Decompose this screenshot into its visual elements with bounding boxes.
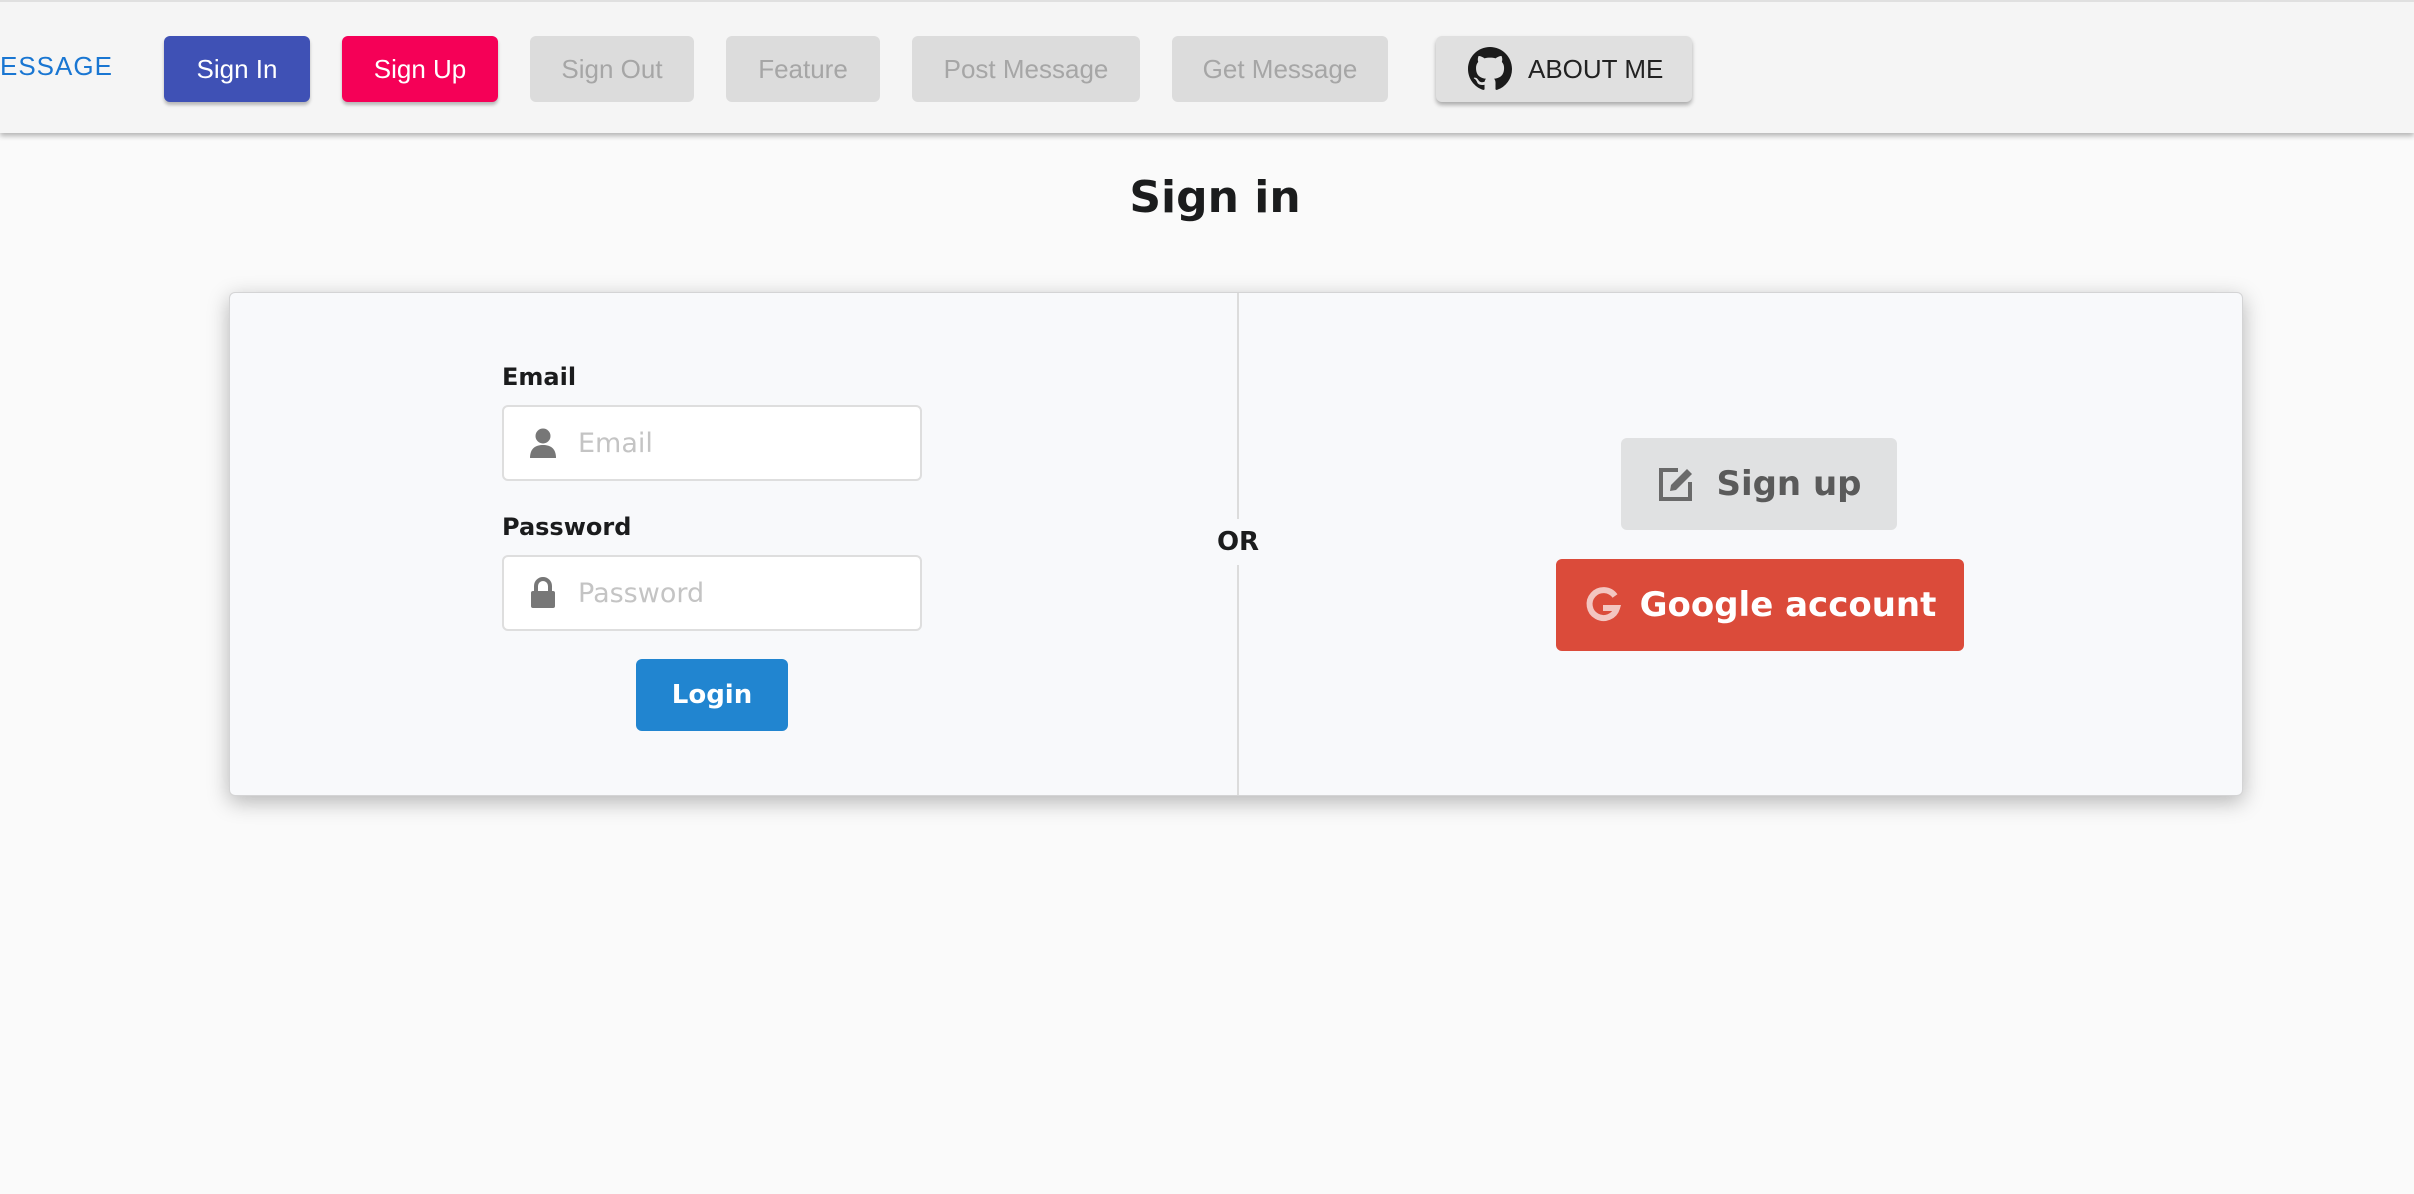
edit-icon — [1659, 468, 1693, 501]
get-message-nav-button: Get Message — [1172, 36, 1388, 102]
sign-up-label: Sign up — [1716, 464, 1862, 504]
brand-link[interactable]: ESSAGE — [0, 2, 113, 135]
page-title: Sign in — [1129, 172, 1301, 223]
email-field — [502, 405, 922, 481]
about-me-button[interactable]: ABOUT ME — [1436, 36, 1692, 102]
password-field — [502, 555, 922, 631]
password-input[interactable] — [578, 567, 908, 619]
google-account-label: Google account — [1639, 585, 1937, 625]
email-input[interactable] — [578, 417, 908, 469]
password-label: Password — [502, 513, 632, 541]
email-label: Email — [502, 363, 577, 391]
post-message-nav-button: Post Message — [912, 36, 1140, 102]
sign-up-button[interactable]: Sign up — [1621, 438, 1897, 530]
sign-in-nav-button[interactable]: Sign In — [164, 36, 310, 102]
user-icon — [530, 428, 556, 458]
about-me-label: ABOUT ME — [1528, 53, 1664, 84]
google-account-button[interactable]: Google account — [1556, 559, 1964, 651]
or-divider-label: OR — [1205, 519, 1271, 565]
google-icon — [1586, 587, 1621, 622]
sign-out-nav-button: Sign Out — [530, 36, 694, 102]
sign-in-panel: Email Password Login OR Sign up Google a… — [229, 292, 2243, 796]
lock-icon — [531, 577, 555, 608]
github-icon — [1468, 47, 1512, 90]
sign-up-nav-button[interactable]: Sign Up — [342, 36, 498, 102]
top-app-bar: ESSAGE Sign In Sign Up Sign Out Feature … — [0, 0, 2414, 133]
feature-nav-button: Feature — [726, 36, 880, 102]
login-button[interactable]: Login — [636, 659, 788, 731]
